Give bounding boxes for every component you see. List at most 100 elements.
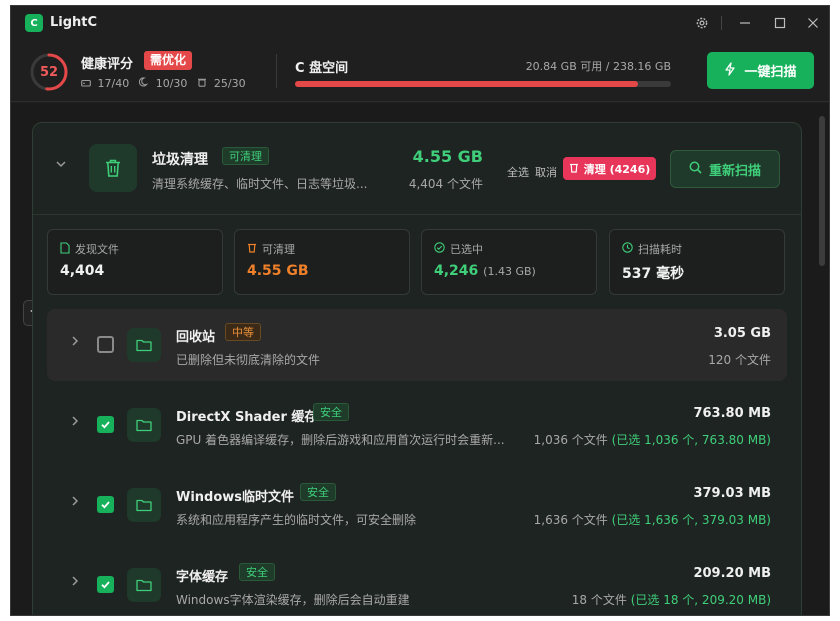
checkmark-icon (101, 581, 110, 589)
folder-icon (127, 408, 161, 442)
item-description: 系统和应用程序产生的临时文件，可安全删除 (176, 513, 417, 527)
item-checkbox[interactable] (97, 336, 114, 353)
health-stat-1: 17/40 (97, 77, 130, 90)
health-stat-2: 10/30 (155, 77, 188, 90)
item-description: Windows字体渲染缓存，删除后会自动重建 (176, 593, 410, 607)
junk-trash-icon (89, 144, 137, 192)
app-title: LightC (50, 15, 98, 30)
search-icon (689, 161, 702, 178)
item-count: 1,036 个文件 (已选 1,036 个, 763.80 MB) (533, 433, 771, 447)
item-size: 209.20 MB (693, 566, 771, 581)
select-all-link[interactable]: 全选 (507, 164, 529, 180)
header-separator (276, 54, 277, 88)
disk-space-title: C 盘空间 (295, 61, 349, 76)
junk-item-row[interactable]: 字体缓存 安全 Windows字体渲染缓存，删除后会自动重建 209.20 MB… (47, 549, 787, 615)
expand-chevron-icon[interactable] (69, 415, 81, 431)
stat-value-found: 4,404 (60, 263, 105, 279)
expand-chevron-icon[interactable] (69, 575, 81, 591)
expand-chevron-icon[interactable] (69, 335, 81, 351)
item-size: 379.03 MB (693, 486, 771, 501)
item-description: GPU 着色器编译缓存，删除后游戏和应用首次运行时会重新... (176, 433, 505, 447)
app-logo-icon: C (25, 14, 43, 32)
category-description: 清理系统缓存、临时文件、日志等垃圾... (152, 177, 368, 191)
stat-card-cleanable: 可清理 4.55 GB (234, 229, 410, 295)
item-checkbox[interactable] (97, 496, 114, 513)
moon-icon (139, 77, 153, 90)
clean-trash-icon (569, 162, 579, 176)
item-checkbox[interactable] (97, 576, 114, 593)
stat-label-text: 发现文件 (75, 243, 119, 256)
status-header: 52 健康评分 需优化 17/40 10/30 25/30 C 盘空间 20.8… (11, 40, 829, 102)
junk-item-row[interactable]: Windows临时文件 安全 系统和应用程序产生的临时文件，可安全删除 379.… (47, 469, 787, 541)
junk-clean-card: 垃圾清理 可清理 清理系统缓存、临时文件、日志等垃圾... 4.55 GB 4,… (32, 122, 802, 615)
stat-value-time: 537 毫秒 (622, 266, 685, 282)
category-file-count: 4,404 个文件 (408, 177, 483, 191)
checkmark-icon (101, 501, 110, 509)
settings-gear-icon[interactable] (693, 14, 711, 32)
stat-card-selected: 已选中 4,246 (1.43 GB) (421, 229, 597, 295)
stat-card-found: 发现文件 4,404 (47, 229, 223, 295)
item-size: 3.05 GB (713, 326, 771, 341)
category-size: 4.55 GB (412, 147, 483, 166)
item-title: 字体缓存 (176, 570, 229, 585)
clean-button-label: 清理 (4246) (583, 162, 651, 176)
cancel-selection-link[interactable]: 取消 (535, 164, 557, 180)
rescan-button-label: 重新扫描 (708, 163, 761, 179)
stat-label-time: 扫描耗时 (622, 241, 682, 257)
one-click-scan-button[interactable]: 一键扫描 (707, 52, 814, 89)
scrollbar-thumb[interactable] (819, 116, 825, 266)
app-window: C LightC 52 健康评分 需优化 17/40 10/30 25/30 C… (10, 5, 830, 616)
close-icon[interactable] (804, 14, 822, 32)
hard-drive-icon (81, 77, 95, 90)
health-stats: 17/40 10/30 25/30 (81, 77, 246, 90)
health-stat-startup: 10/30 (139, 77, 187, 90)
item-size: 763.80 MB (693, 406, 771, 421)
item-count: 18 个文件 (已选 18 个, 209.20 MB) (571, 593, 771, 607)
item-risk-tag: 安全 (300, 483, 336, 501)
category-tag: 可清理 (222, 147, 269, 165)
item-risk-tag: 安全 (239, 563, 275, 581)
item-title: 回收站 (176, 330, 216, 345)
scan-button-label: 一键扫描 (744, 65, 797, 80)
checkmark-icon (101, 421, 110, 429)
health-status-badge: 需优化 (144, 51, 193, 70)
stat-label-selected: 已选中 (434, 241, 483, 257)
folder-icon (127, 328, 161, 362)
stat-label-found: 发现文件 (60, 241, 119, 257)
lightning-icon (724, 61, 736, 80)
junk-item-row[interactable]: DirectX Shader 缓存 安全 GPU 着色器编译缓存，删除后游戏和应… (47, 389, 787, 461)
stat-label-text: 扫描耗时 (638, 243, 682, 256)
item-title: Windows临时文件 (176, 490, 295, 505)
health-score-value: 52 (39, 64, 59, 80)
expand-chevron-icon[interactable] (69, 495, 81, 511)
clock-icon (622, 242, 633, 256)
disk-space-info: 20.84 GB 可用 / 238.16 GB (525, 60, 671, 73)
item-title: DirectX Shader 缓存 (176, 410, 318, 425)
health-stat-3: 25/30 (213, 77, 246, 90)
stat-value-cleanable: 4.55 GB (247, 263, 309, 279)
item-risk-tag: 安全 (313, 403, 349, 421)
titlebar-separator (721, 16, 722, 30)
file-icon (60, 241, 70, 257)
category-title: 垃圾清理 (152, 152, 208, 168)
health-stat-trash: 25/30 (197, 77, 246, 90)
disk-usage-fill (295, 81, 639, 87)
junk-item-row[interactable]: 回收站 中等 已删除但未彻底清除的文件 3.05 GB 120 个文件 (47, 309, 787, 381)
maximize-icon[interactable] (771, 14, 789, 32)
minimize-icon[interactable] (736, 14, 754, 32)
item-count: 120 个文件 (708, 353, 771, 367)
trash-icon (247, 242, 257, 256)
clean-button[interactable]: 清理 (4246) (563, 157, 656, 180)
stat-label-text: 已选中 (450, 243, 483, 256)
stat-card-time: 扫描耗时 537 毫秒 (609, 229, 785, 295)
trash-small-icon (197, 77, 211, 90)
folder-icon (127, 488, 161, 522)
folder-icon (127, 568, 161, 602)
item-checkbox[interactable] (97, 416, 114, 433)
collapse-chevron-icon[interactable] (55, 158, 67, 174)
stat-label-text: 可清理 (262, 243, 295, 256)
health-title: 健康评分 (81, 57, 134, 72)
health-stat-disk: 17/40 (81, 77, 129, 90)
rescan-button[interactable]: 重新扫描 (670, 150, 780, 188)
disk-usage-bar (295, 81, 671, 87)
